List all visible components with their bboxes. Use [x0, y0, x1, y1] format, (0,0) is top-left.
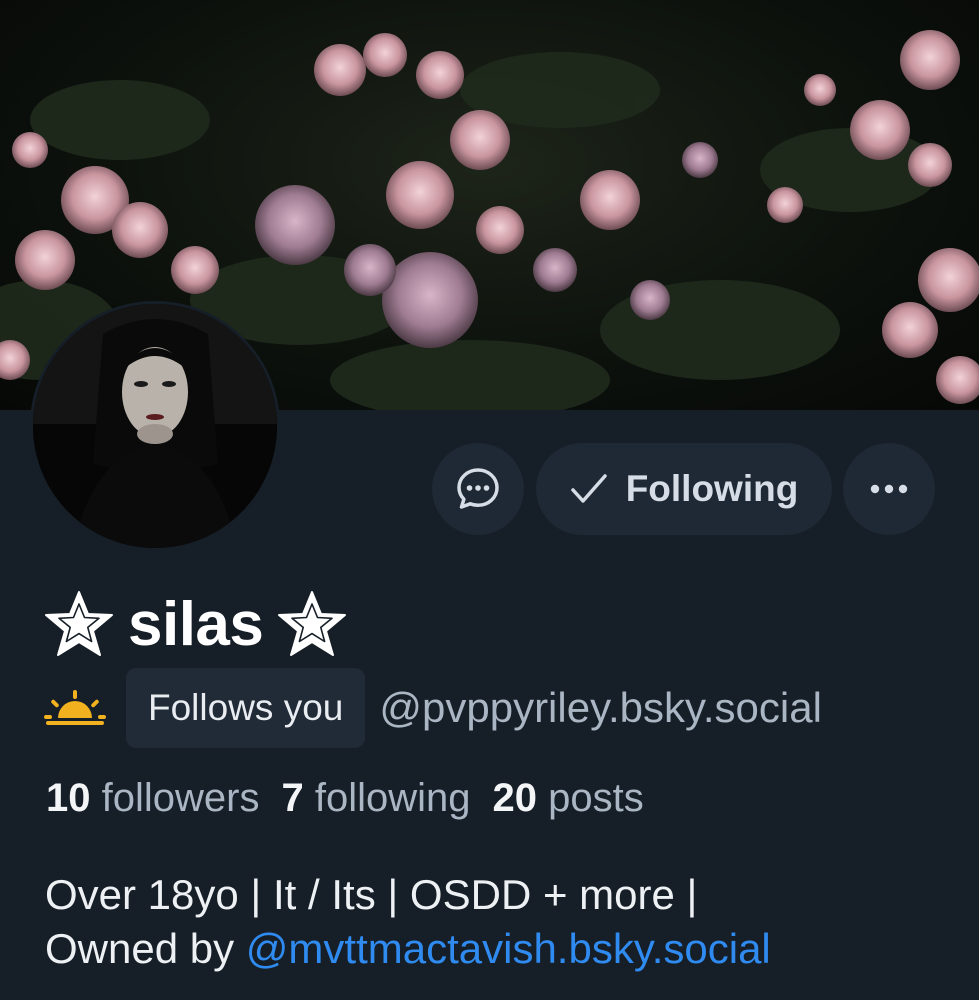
bio-line-2: Owned by @mvttmactavish.bsky.social	[45, 922, 965, 976]
sunrise-icon	[44, 690, 106, 725]
chat-bubble-icon	[457, 468, 499, 509]
avatar[interactable]	[30, 301, 280, 551]
following-button-label: Following	[625, 468, 799, 509]
followers-label: followers	[101, 776, 260, 820]
following-button[interactable]: Following	[536, 443, 832, 535]
profile-bio: Over 18yo | It / Its | OSDD + more | Own…	[45, 868, 965, 976]
following-label: following	[314, 776, 471, 820]
star-outline-icon	[45, 591, 113, 656]
followers-stat[interactable]: 10 followers	[46, 776, 259, 820]
bio-owned-by-text: Owned by	[45, 925, 246, 972]
more-options-button[interactable]	[843, 443, 935, 535]
star-outline-icon	[278, 591, 347, 656]
display-name: silas	[128, 589, 264, 659]
followers-count: 10	[46, 776, 91, 820]
profile-stats: 10 followers 7 following 20 posts	[46, 776, 644, 821]
bio-line-1: Over 18yo | It / Its | OSDD + more |	[45, 871, 698, 918]
display-name-row: silas	[44, 584, 347, 664]
message-button[interactable]	[432, 443, 524, 535]
handle-row: Follows you @pvppyriley.bsky.social	[44, 668, 822, 748]
avatar-image	[33, 304, 277, 548]
bio-mention-link[interactable]: @mvttmactavish.bsky.social	[246, 925, 771, 972]
profile-handle[interactable]: @pvppyriley.bsky.social	[379, 684, 822, 732]
posts-stat: 20 posts	[493, 776, 644, 820]
check-icon	[570, 474, 607, 503]
posts-label: posts	[548, 776, 644, 820]
following-stat[interactable]: 7 following	[281, 776, 470, 820]
ellipsis-icon	[870, 484, 908, 494]
follows-you-badge: Follows you	[126, 668, 366, 748]
following-count: 7	[281, 776, 304, 820]
posts-count: 20	[492, 776, 538, 820]
